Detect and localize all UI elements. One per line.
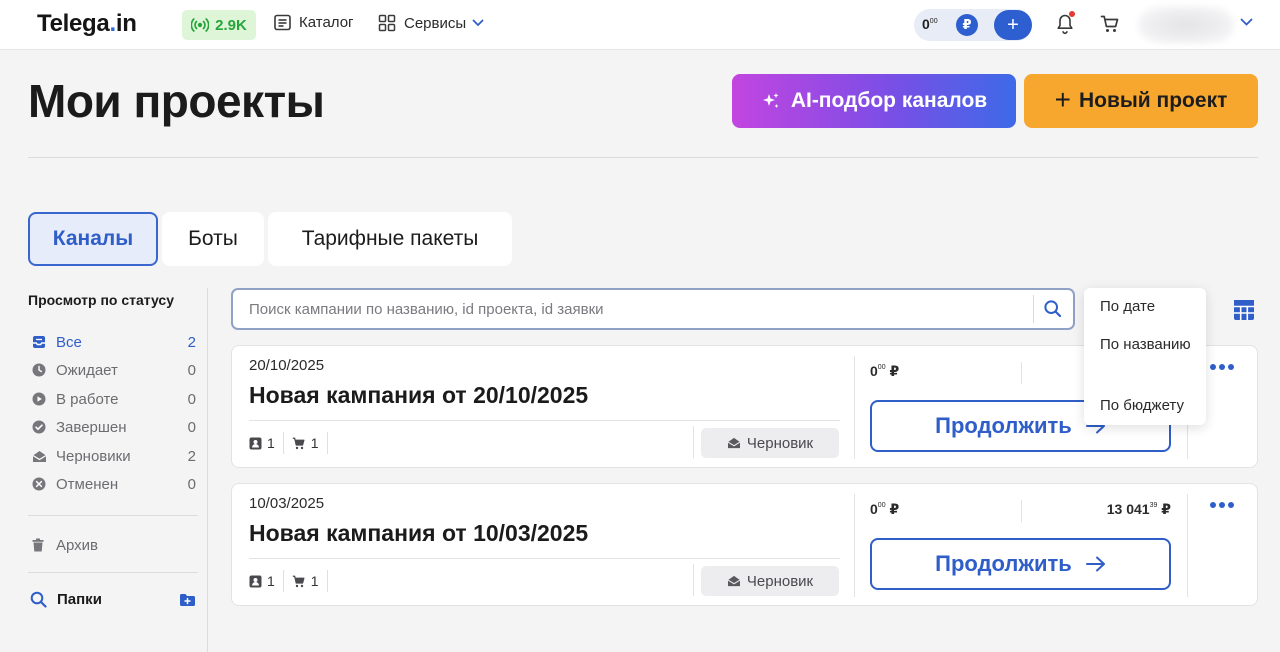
campaign-spent: 000 ₽ [870,501,900,517]
folders-label: Папки [57,591,102,608]
channels-count: 1 [249,432,284,454]
trash-icon [32,538,44,552]
balance-amount: 000 [922,16,938,32]
top-bar: Telega.in 2.9K Каталог Сервисы 000 ₽ + [0,0,1280,50]
card-divider [854,494,855,597]
search-divider [1033,295,1034,323]
sort-by-date[interactable]: По дате [1100,295,1200,318]
sidebar-border [207,288,208,652]
search-icon [30,591,47,608]
envelope-open-icon [727,575,741,587]
campaign-search [231,288,1075,330]
check-circle-icon [32,420,46,434]
cart-icon [292,437,305,449]
envelope-open-icon [727,437,741,449]
status-waiting[interactable]: Ожидает 0 [32,359,196,381]
card-divider [249,420,840,421]
status-drafts[interactable]: Черновики 2 [32,445,196,467]
campaign-name[interactable]: Новая кампания от 20/10/2025 [249,382,588,409]
logo[interactable]: Telega.in [37,10,137,38]
continue-button[interactable]: Продолжить [870,538,1171,590]
status-badge: Черновик [701,566,839,596]
reach-value: 2.9K [215,16,247,34]
card-divider [1187,494,1188,597]
card-divider [693,564,694,596]
chevron-down-icon [472,19,484,27]
more-options-button[interactable] [1210,364,1234,370]
notifications-button[interactable] [1056,11,1075,40]
channels-count: 1 [249,570,284,592]
sort-by-name[interactable]: По названию [1100,333,1200,356]
clock-icon [32,363,46,377]
divider [28,157,1258,158]
reach-badge[interactable]: 2.9K [182,10,256,40]
card-divider [249,558,840,559]
campaign-search-input[interactable] [249,299,1029,319]
sparkle-icon [762,93,779,108]
cancel-circle-icon [32,477,46,491]
campaign-card: 10/03/2025 Новая кампания от 10/03/2025 … [231,483,1258,606]
nav-catalog-label: Каталог [299,14,354,31]
contact-card-icon [249,575,262,587]
more-options-button[interactable] [1210,502,1234,508]
user-avatar[interactable] [1138,6,1234,44]
inbox-icon [33,336,45,348]
tab-bots[interactable]: Боты [162,212,264,266]
ai-channel-selection-button[interactable]: AI-подбор каналов [732,74,1016,128]
cart-button[interactable] [1100,14,1120,39]
grid-icon [378,14,396,32]
chevron-down-icon[interactable] [1240,18,1253,27]
catalog-icon [274,14,291,31]
cart-icon [1100,15,1119,32]
envelope-open-icon [32,450,47,462]
notification-dot [1069,11,1075,17]
add-folder-icon[interactable] [179,593,196,607]
arrow-right-icon [1085,556,1105,572]
ai-button-label: AI-подбор каналов [790,89,988,112]
table-view-icon[interactable] [1233,299,1255,321]
card-divider [693,426,694,458]
cart-count: 1 [292,570,328,592]
cart-icon [292,575,305,587]
card-divider [1021,362,1022,384]
tab-channels[interactable]: Каналы [28,212,158,266]
status-filter-title: Просмотр по статусу [28,292,174,308]
status-in-progress[interactable]: В работе 0 [32,388,196,410]
add-balance-button[interactable]: + [994,10,1032,40]
sidebar-archive[interactable]: Архив [32,534,196,556]
status-badge: Черновик [701,428,839,458]
broadcast-icon [191,18,210,32]
status-completed[interactable]: Завершен 0 [32,416,196,438]
campaign-spent: 000 ₽ [870,363,900,379]
campaign-date: 10/03/2025 [249,495,325,512]
play-icon [32,392,46,406]
sort-dropdown: По дате По названию По бюджету [1084,288,1206,425]
sidebar-folders[interactable]: Папки [30,591,196,608]
campaign-name[interactable]: Новая кампания от 10/03/2025 [249,520,588,547]
campaign-date: 20/10/2025 [249,357,325,374]
card-divider [854,356,855,459]
status-all[interactable]: Все 2 [32,331,196,353]
sidebar-divider [28,515,198,516]
status-cancelled[interactable]: Отменен 0 [32,473,196,495]
new-project-button[interactable]: + Новый проект [1024,74,1258,128]
new-project-label: Новый проект [1078,89,1228,112]
search-icon[interactable] [1043,299,1063,319]
nav-services[interactable]: Сервисы [378,14,484,32]
page-title: Мои проекты [28,75,325,127]
balance-widget: 000 ₽ + [914,9,1032,41]
sort-by-budget[interactable]: По бюджету [1100,394,1200,417]
sidebar-divider [28,572,198,573]
tab-tariff-packages[interactable]: Тарифные пакеты [268,212,512,266]
campaign-budget: 13 04139 ₽ [1106,501,1171,517]
nav-services-label: Сервисы [404,14,467,32]
plus-icon: + [1054,83,1071,115]
nav-catalog[interactable]: Каталог [274,14,354,31]
cart-count: 1 [292,432,328,454]
card-divider [1021,500,1022,522]
ruble-icon: ₽ [956,14,978,36]
contact-card-icon [249,437,262,449]
